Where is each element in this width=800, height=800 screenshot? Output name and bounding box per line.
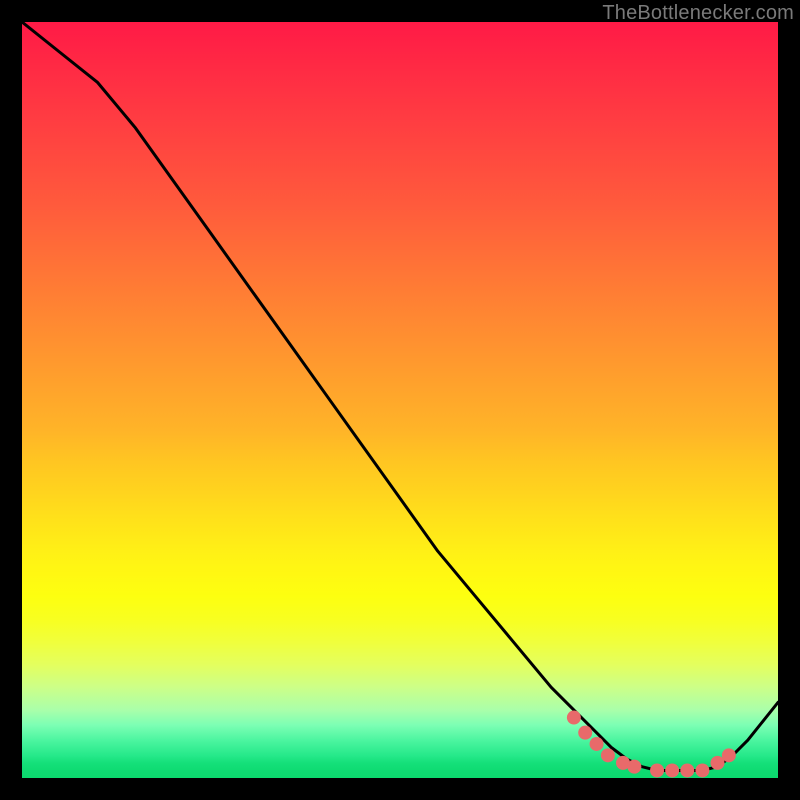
marker-dot	[680, 763, 694, 777]
marker-dot	[627, 760, 641, 774]
marker-dot	[590, 737, 604, 751]
marker-dot	[650, 763, 664, 777]
bottleneck-curve	[22, 22, 778, 770]
marker-dot	[665, 763, 679, 777]
marker-dot	[695, 763, 709, 777]
marker-dot	[722, 748, 736, 762]
marker-dot	[601, 748, 615, 762]
plot-area	[22, 22, 778, 778]
bottleneck-curve-chart	[22, 22, 778, 778]
marker-dot	[567, 711, 581, 725]
chart-frame: TheBottlenecker.com	[0, 0, 800, 800]
marker-dot	[578, 726, 592, 740]
